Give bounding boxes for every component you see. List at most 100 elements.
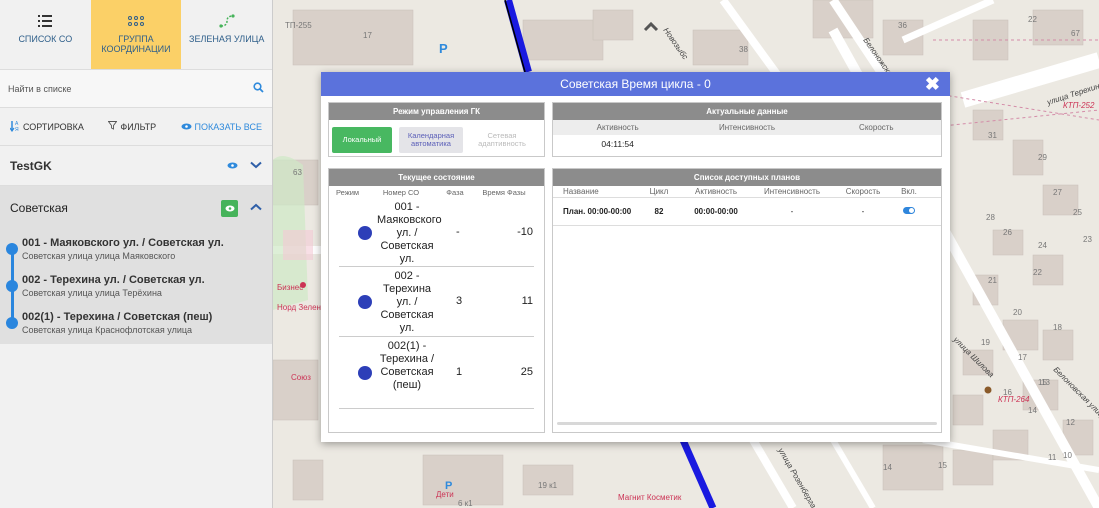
eye-icon (181, 122, 192, 132)
map-label: 11 (1048, 453, 1057, 462)
tab-green-street-label: ЗЕЛЕНАЯ УЛИЦА (189, 34, 265, 44)
modal-header: Советская Время цикла - 0 ✖ (321, 72, 950, 96)
phase-time-value: 25 (520, 366, 533, 378)
sidebar-tabs: СПИСОК СО ГРУППА КООРДИНАЦИИ ЗЕЛЕНАЯ УЛИ… (0, 0, 272, 70)
phase-value: - (456, 226, 460, 238)
co-number: 002 - Терехина ул. / Советская ул. (380, 270, 434, 334)
col-phase-time: Время Фазы (482, 187, 526, 197)
actual-data-panel: Актуальные данные Активность Интенсивнос… (552, 102, 942, 157)
sort-label: СОРТИРОВКА (23, 121, 84, 132)
mode-panel: Режим управления ГК Локальный Календарна… (328, 102, 545, 157)
tab-coordination-group-label: ГРУППА КООРДИНАЦИИ (101, 34, 171, 54)
show-all-button[interactable]: ПОКАЗАТЬ ВСЕ (181, 122, 262, 132)
poi-marker-icon (300, 282, 306, 288)
col-enabled: Вкл. (901, 187, 917, 196)
filter-label: ФИЛЬТР (120, 121, 157, 132)
mode-calendar-button[interactable]: Календарная автоматика (399, 127, 463, 153)
plan-intensity: - (790, 207, 794, 216)
filter-icon (107, 121, 118, 132)
co-number: 001 - Маяковского ул. / Советская ул. (377, 201, 442, 265)
parking-icon: P (439, 41, 448, 56)
actual-header-row: Активность Интенсивность Скорость (553, 120, 941, 135)
filter-button[interactable]: ФИЛЬТР (107, 121, 157, 132)
map-label: Магнит Косметик (618, 493, 682, 502)
phase-value: 1 (456, 366, 463, 378)
plan-name: План. 00:00-00:00 (563, 207, 632, 216)
actual-panel-title: Актуальные данные (553, 103, 941, 120)
map-label: 63 (293, 168, 302, 177)
co-title: 001 - Маяковского ул. / Советская ул. (22, 237, 224, 249)
search-input[interactable] (8, 83, 253, 94)
map-label: 29 (1038, 153, 1047, 162)
list-toolbar: АЯ СОРТИРОВКА ФИЛЬТР ПОКАЗАТЬ ВСЕ (0, 108, 272, 146)
group-coordination-icon (128, 12, 144, 30)
table-row[interactable]: 002 - Терехина ул. / Советская ул. 3 11 (339, 267, 534, 337)
map-label: КТП-264 (998, 395, 1030, 404)
phase-time-value: -10 (517, 226, 533, 238)
map-label: ТП-255 (285, 21, 312, 30)
phase-time-value: 11 (521, 295, 533, 307)
map-label: 28 (986, 213, 995, 222)
chevron-up-icon[interactable] (250, 202, 262, 214)
search-icon[interactable] (253, 81, 264, 96)
modal-title: Советская Время цикла - 0 (560, 77, 711, 91)
co-subtitle: Советская улица улица Маяковского (22, 251, 176, 261)
col-phase: Фаза (446, 187, 464, 197)
mode-local-button[interactable]: Локальный (332, 127, 392, 153)
map-label: 19 (981, 338, 990, 347)
table-row[interactable]: 002(1) - Терехина / Советская (пеш) 1 25 (339, 337, 534, 409)
map-label: 24 (1038, 241, 1047, 250)
group-name: TestGK (10, 158, 52, 173)
show-all-label: ПОКАЗАТЬ ВСЕ (194, 121, 262, 132)
group-testgk[interactable]: TestGK (0, 146, 272, 186)
actual-value-row: 04:11:54 (553, 135, 941, 153)
co-dot (6, 243, 18, 255)
plans-panel-title: Список доступных планов (553, 169, 941, 186)
map-label: 17 (363, 31, 372, 40)
map-label: 19 к1 (538, 481, 558, 490)
list-item[interactable]: 002(1) - Терехина / Советская (пеш) Сове… (22, 311, 212, 335)
current-state-panel: Текущее состояние Режим Номер СО Фаза Вр… (328, 168, 545, 433)
mode-adaptive-button[interactable]: Сетевая адаптивность (470, 127, 534, 153)
table-row[interactable]: 001 - Маяковского ул. / Советская ул. - … (339, 199, 534, 267)
map-label: 13 (1041, 378, 1050, 387)
list-item[interactable]: 002 - Терехина ул. / Советская ул. Совет… (22, 274, 205, 298)
map-label: 26 (1003, 228, 1012, 237)
map-label: 6 к1 (458, 499, 473, 508)
plans-header-row: Название Цикл Активность Интенсивность С… (553, 186, 941, 198)
group-sovetskaya: Советская 001 - Маяковского ул. / Советс… (0, 186, 272, 344)
map-label: 36 (898, 21, 907, 30)
horizontal-scrollbar[interactable] (557, 422, 937, 425)
group-header[interactable]: Советская (0, 186, 272, 230)
tab-co-list[interactable]: СПИСОК СО (0, 0, 91, 69)
map-label: 22 (1028, 15, 1037, 24)
tab-coordination-group[interactable]: ГРУППА КООРДИНАЦИИ (90, 0, 182, 69)
eye-toggle-button[interactable] (221, 199, 238, 217)
chevron-down-icon[interactable] (250, 160, 262, 172)
group-name: Советская (10, 201, 68, 215)
search-bar (0, 70, 272, 108)
cycle-modal: Советская Время цикла - 0 ✖ Режим управл… (321, 72, 950, 442)
map-label: 20 (1013, 308, 1022, 317)
map-label: 22 (1033, 268, 1042, 277)
plan-activity: 00:00-00:00 (694, 207, 738, 216)
map-label: 14 (1028, 406, 1037, 415)
col-mode: Режим (335, 187, 360, 197)
state-header-row: Режим Номер СО Фаза Время Фазы (329, 186, 544, 198)
col-cycle: Цикл (649, 187, 669, 196)
map-label: Бизнес (277, 283, 303, 292)
map-label: 15 (938, 461, 947, 470)
map-label: КТП-252 (1063, 101, 1095, 110)
list-item[interactable]: 001 - Маяковского ул. / Советская ул. Со… (22, 237, 224, 261)
sort-button[interactable]: АЯ СОРТИРОВКА (9, 120, 84, 134)
map-label: 10 (1063, 451, 1072, 460)
plan-enabled-toggle[interactable] (894, 207, 924, 216)
table-row[interactable]: План. 00:00-00:00 82 00:00-00:00 - - (553, 198, 941, 226)
co-title: 002(1) - Терехина / Советская (пеш) (22, 311, 213, 323)
close-icon[interactable]: ✖ (925, 74, 940, 94)
mode-indicator-icon (358, 366, 372, 380)
col-name: Название (563, 187, 599, 196)
green-street-icon (219, 12, 235, 30)
eye-icon[interactable] (227, 160, 238, 172)
tab-green-street[interactable]: ЗЕЛЕНАЯ УЛИЦА (181, 0, 272, 69)
